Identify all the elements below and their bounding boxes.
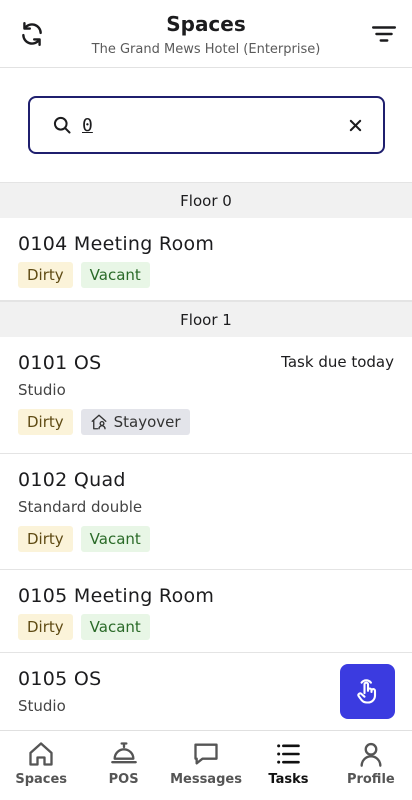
- room-item[interactable]: 0104 Meeting Room Dirty Vacant: [0, 218, 412, 301]
- floor-header: Floor 0: [0, 182, 412, 218]
- nav-label: Messages: [170, 772, 242, 787]
- room-type: Studio: [18, 381, 66, 399]
- service-bell-icon: [110, 742, 137, 764]
- spaces-list[interactable]: Floor 0 0104 Meeting Room Dirty Vacant F…: [0, 182, 412, 730]
- house-person-icon: [91, 414, 107, 430]
- nav-label: Profile: [346, 772, 395, 787]
- chat-bubble-icon: [194, 743, 218, 765]
- status-badge-vacant: Vacant: [80, 262, 150, 288]
- status-badge-vacant: Vacant: [80, 614, 150, 640]
- room-name: 0105 Meeting Room: [18, 585, 215, 607]
- floor-header: Floor 1: [0, 301, 412, 337]
- filter-button[interactable]: [368, 18, 400, 50]
- room-name: 0102 Quad: [18, 469, 126, 491]
- tap-hand-icon: [356, 678, 376, 704]
- status-badge-dirty: Dirty: [18, 409, 73, 435]
- task-list-icon: [277, 744, 301, 764]
- home-icon: [29, 742, 53, 766]
- nav-item-profile[interactable]: Profile: [330, 731, 412, 800]
- room-type: Standard double: [18, 498, 143, 516]
- search-input[interactable]: [82, 110, 342, 140]
- nav-label: Tasks: [268, 772, 309, 787]
- page-title: Spaces: [166, 12, 246, 36]
- quick-action-button[interactable]: [340, 664, 395, 719]
- filter-icon: [371, 26, 397, 42]
- stayover-label: Stayover: [113, 413, 181, 431]
- nav-item-messages[interactable]: Messages: [165, 731, 247, 800]
- nav-label: Spaces: [15, 772, 68, 787]
- app-header: Spaces The Grand Mews Hotel (Enterprise): [0, 0, 412, 68]
- search-icon: [53, 116, 71, 134]
- close-icon: [349, 119, 361, 131]
- hotel-name: The Grand Mews Hotel (Enterprise): [91, 42, 321, 57]
- person-icon: [360, 742, 382, 767]
- room-item[interactable]: 0101 OS Task due today Studio Dirty Stay…: [0, 337, 412, 454]
- room-type: Studio: [18, 697, 66, 715]
- nav-item-tasks[interactable]: Tasks: [247, 731, 329, 800]
- search-box[interactable]: [28, 96, 385, 154]
- room-item[interactable]: 0105 Meeting Room Dirty Vacant: [0, 570, 412, 653]
- status-badge-dirty: Dirty: [18, 526, 73, 552]
- nav-label: POS: [108, 772, 139, 787]
- room-name: 0105 OS: [18, 668, 102, 690]
- nav-item-pos[interactable]: POS: [82, 731, 164, 800]
- task-due-label: Task due today: [281, 353, 394, 371]
- status-badge-stayover: Stayover: [80, 409, 190, 435]
- room-item[interactable]: 0102 Quad Standard double Dirty Vacant: [0, 454, 412, 570]
- status-badge-vacant: Vacant: [80, 526, 150, 552]
- status-badge-dirty: Dirty: [18, 262, 73, 288]
- clear-search-button[interactable]: [345, 115, 365, 135]
- bottom-nav: Spaces POS Messages Tasks Profile: [0, 730, 412, 800]
- status-badge-dirty: Dirty: [18, 614, 73, 640]
- room-name: 0104 Meeting Room: [18, 233, 215, 255]
- nav-item-spaces[interactable]: Spaces: [0, 731, 82, 800]
